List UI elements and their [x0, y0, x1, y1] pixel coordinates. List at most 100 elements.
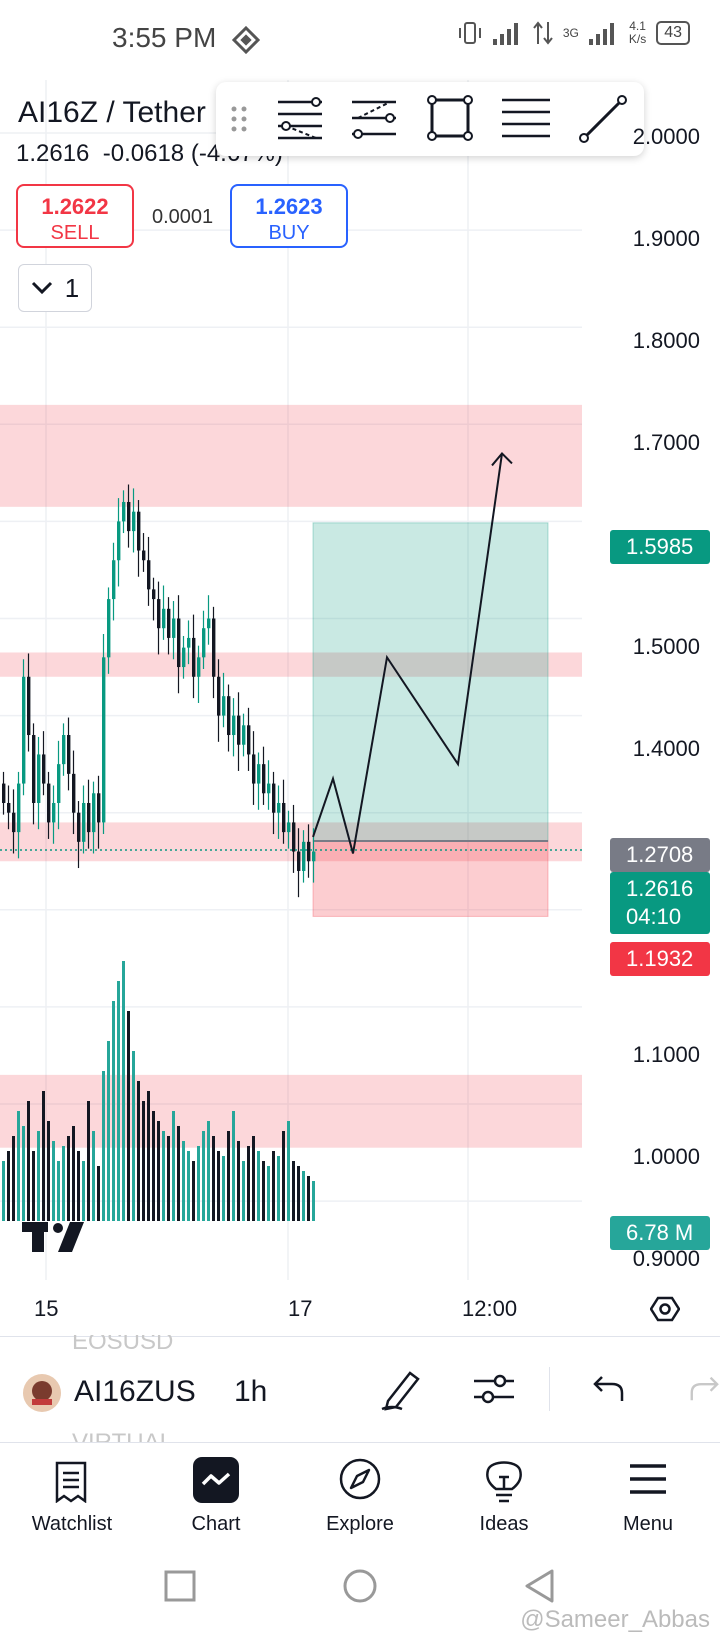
candle-body: [287, 822, 291, 833]
volume-bar: [302, 1171, 305, 1221]
sell-label: SELL: [50, 222, 100, 244]
layout-count: 1: [64, 272, 80, 303]
candle-body: [192, 637, 196, 677]
candle-body: [202, 628, 206, 658]
candle-body: [137, 511, 141, 551]
candle-body: [207, 618, 211, 629]
volume-bar: [52, 1141, 55, 1221]
nav-label: Explore: [326, 1513, 394, 1535]
volume-bar: [112, 1001, 115, 1221]
candle-body: [277, 802, 281, 813]
price-axis-label: 1.1000: [632, 1042, 700, 1067]
chevron-down-icon: [31, 281, 52, 295]
volume-bar: [132, 1051, 135, 1221]
candle-body: [257, 764, 261, 784]
buy-price: 1.2623: [255, 194, 323, 219]
symbol-avatar: [23, 1374, 61, 1412]
price-axis-label: 1.8000: [632, 328, 700, 353]
candle-body: [227, 696, 231, 736]
candle-body: [282, 802, 286, 833]
volume-bar: [152, 1111, 155, 1221]
layout-toggle-button[interactable]: 1: [18, 264, 92, 312]
indicators-icon[interactable]: [472, 1369, 516, 1409]
candle-body: [67, 735, 71, 774]
candle-body: [147, 560, 151, 590]
volume-bar: [282, 1131, 285, 1221]
candle-body: [187, 637, 191, 648]
volume-bar: [277, 1156, 280, 1221]
candle-body: [212, 618, 216, 677]
candle-body: [242, 725, 246, 745]
data-arrows-icon: [533, 21, 553, 45]
volume-bar: [172, 1111, 175, 1221]
candle-body: [152, 589, 156, 600]
buy-label: BUY: [268, 222, 310, 244]
volume-bar: [197, 1146, 200, 1221]
home-icon[interactable]: [342, 1568, 378, 1604]
price-change: -0.0618: [102, 140, 185, 167]
pencil-icon[interactable]: [380, 1367, 422, 1411]
time-axis-label: 12:00: [462, 1296, 518, 1321]
profit-zone: [312, 522, 549, 842]
spread-value: 0.0001: [152, 206, 214, 228]
watermark-text: @Sameer_Abbas: [520, 1606, 710, 1633]
candle-body: [167, 608, 171, 638]
trend-based-fib-icon[interactable]: [350, 96, 398, 142]
volume-bar: [167, 1136, 170, 1221]
back-icon[interactable]: [522, 1568, 556, 1604]
volume-bar: [17, 1111, 20, 1221]
candle-body: [42, 754, 46, 784]
current-price-value: 1.2616: [626, 876, 694, 901]
volume-bar: [157, 1121, 160, 1221]
candle-body: [127, 501, 131, 532]
buy-button[interactable]: 1.2623 BUY: [230, 184, 348, 248]
volume-bar: [192, 1161, 195, 1221]
volume-bar: [217, 1151, 220, 1221]
volume-bar: [177, 1126, 180, 1221]
volume-bar: [42, 1091, 45, 1221]
fib-retracement-icon[interactable]: [276, 96, 324, 142]
undo-icon[interactable]: [592, 1373, 626, 1403]
volume-bar: [102, 1071, 105, 1221]
candle-body: [117, 521, 121, 561]
parallel-channel-icon[interactable]: [500, 96, 552, 140]
volume-bar: [222, 1156, 225, 1221]
chart-settings-icon[interactable]: [650, 1294, 680, 1324]
sell-button[interactable]: 1.2622 SELL: [16, 184, 134, 248]
volume-bar: [87, 1101, 90, 1221]
price-chart[interactable]: [0, 80, 720, 1280]
candle-body: [142, 550, 146, 561]
loss-zone: [312, 840, 549, 917]
candle-body: [307, 841, 311, 862]
toolbar-divider: [549, 1367, 550, 1411]
drag-handle-icon[interactable]: [230, 104, 248, 134]
recent-apps-icon[interactable]: [164, 1570, 196, 1602]
redo-icon[interactable]: [688, 1373, 720, 1403]
candle-body: [7, 802, 11, 813]
nav-label: Menu: [622, 1513, 674, 1535]
volume-bar: [47, 1121, 50, 1221]
volume-bar: [207, 1121, 210, 1221]
volume-bar: [247, 1146, 250, 1221]
interval-selector[interactable]: 1h: [234, 1375, 267, 1409]
volume-bar: [127, 1011, 130, 1221]
volume-bar: [107, 1041, 110, 1221]
candle-body: [107, 599, 111, 658]
rectangle-icon[interactable]: [426, 94, 474, 142]
volume-bar: [77, 1151, 80, 1221]
supply-demand-zone: [0, 404, 582, 507]
candle-body: [32, 735, 36, 803]
trend-line-icon[interactable]: [578, 94, 628, 144]
tradingview-logo: [22, 1222, 84, 1252]
symbol-selector[interactable]: AI16ZUS: [74, 1375, 202, 1409]
candle-body: [92, 793, 96, 833]
candle-body: [37, 754, 41, 803]
time-axis-label: 15: [34, 1296, 59, 1321]
candle-body: [12, 812, 16, 833]
candle-body: [302, 841, 306, 871]
candle-body: [97, 793, 101, 823]
candle-body: [122, 501, 126, 522]
price-axis-label: 1.9000: [632, 226, 700, 251]
volume-tag: 6.78 M: [610, 1216, 710, 1250]
symbol-title[interactable]: AI16Z / Tether: [18, 96, 206, 130]
